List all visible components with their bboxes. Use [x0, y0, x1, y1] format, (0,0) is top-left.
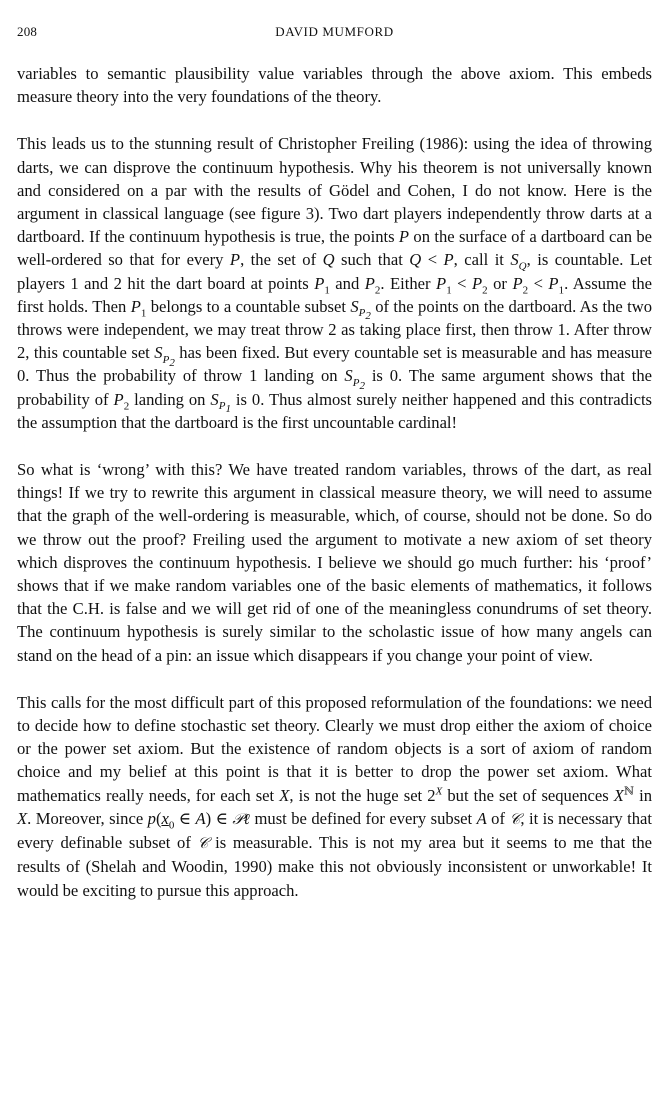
paragraph-2: This leads us to the stunning result of … — [17, 134, 653, 432]
document-page: 208 DAVID MUMFORD variables to semantic … — [0, 0, 668, 1100]
running-head: DAVID MUMFORD — [275, 24, 394, 39]
paragraph-4: This calls for the most difficult part o… — [17, 692, 652, 900]
page-header: 208 DAVID MUMFORD — [17, 20, 652, 44]
paragraph-1: variables to semantic plausibility value… — [17, 64, 652, 107]
body-text: variables to semantic plausibility value… — [17, 62, 652, 902]
paragraph-3: So what is ‘wrong’ with this? We have tr… — [17, 460, 652, 665]
